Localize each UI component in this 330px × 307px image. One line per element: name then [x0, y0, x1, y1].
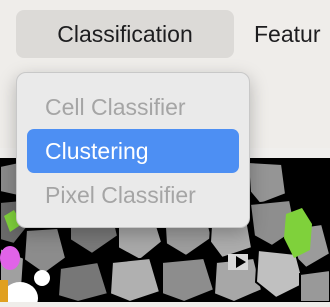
menu-item-clustering[interactable]: Clustering	[27, 129, 239, 173]
menu-item-pixel-classifier: Pixel Classifier	[45, 181, 196, 208]
classification-dropdown: Cell Classifier Clustering Pixel Classif…	[16, 72, 250, 228]
menu-features[interactable]: Featur	[254, 10, 320, 58]
menu-bar: Classification Featur	[0, 0, 330, 66]
menu-classification[interactable]: Classification	[16, 10, 234, 58]
menu-item-cell-classifier: Cell Classifier	[45, 93, 186, 120]
